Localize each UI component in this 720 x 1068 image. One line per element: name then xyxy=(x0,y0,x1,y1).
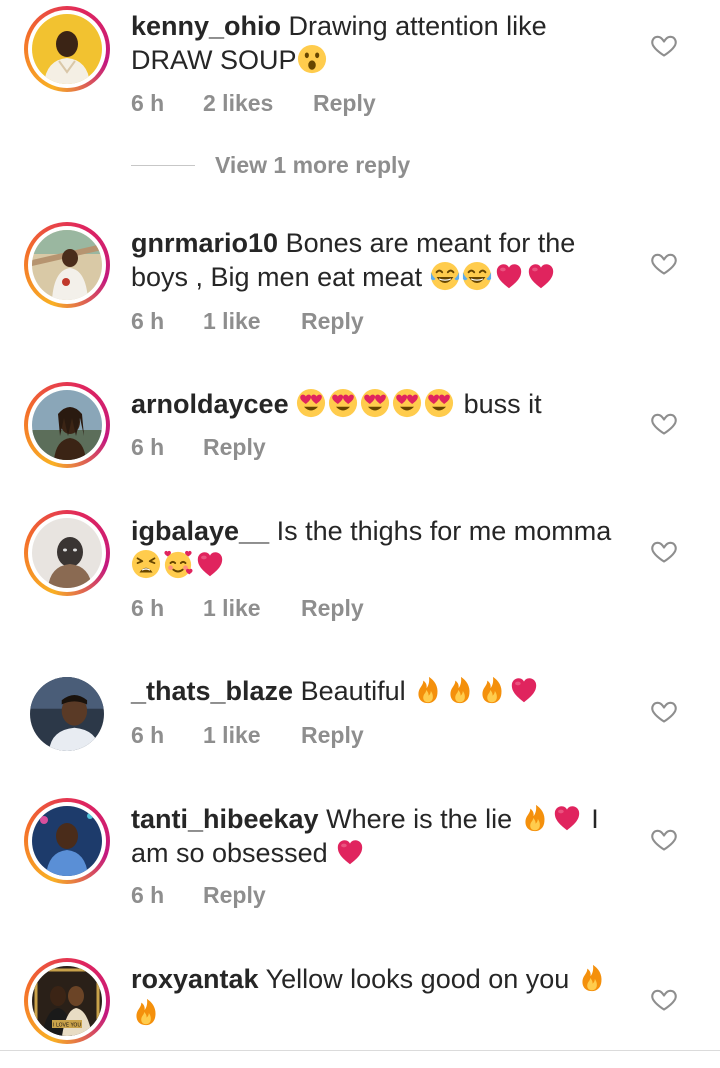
reply-button[interactable]: Reply xyxy=(301,308,364,335)
like-heart-icon[interactable] xyxy=(650,31,678,59)
divider-line xyxy=(0,1050,720,1051)
comment-body: Where is the lie xyxy=(326,804,513,834)
heart-eyes-emoji xyxy=(296,388,326,418)
fire-emoji xyxy=(477,675,507,705)
red-heart-emoji xyxy=(335,837,365,867)
comment-time: 6 h xyxy=(131,882,165,908)
fire-emoji xyxy=(131,997,161,1027)
avatar[interactable] xyxy=(24,382,110,468)
comment-meta: 6 h Reply xyxy=(131,882,266,909)
like-heart-icon[interactable] xyxy=(650,825,678,853)
red-heart-emoji xyxy=(526,261,556,291)
comment-text: gnrmario10 Bones are meant for the boys … xyxy=(131,226,631,294)
smiling-hearts-emoji xyxy=(163,549,193,579)
comment-meta: 6 h 1 like Reply xyxy=(131,595,364,622)
comment-username[interactable]: roxyantak xyxy=(131,964,259,994)
red-heart-emoji xyxy=(509,675,539,705)
reply-button[interactable]: Reply xyxy=(203,882,266,909)
comment-username[interactable]: igbalaye__ xyxy=(131,516,269,546)
comment-text: arnoldaycee buss it xyxy=(131,387,631,421)
astonished-emoji xyxy=(297,44,327,74)
avatar[interactable] xyxy=(24,6,110,92)
comment-time: 6 h xyxy=(131,595,165,621)
comment-username[interactable]: _thats_blaze xyxy=(131,676,293,706)
like-heart-icon[interactable] xyxy=(650,985,678,1013)
comment-body: Yellow looks good on you xyxy=(265,964,570,994)
comment-time: 6 h xyxy=(131,90,165,116)
avatar[interactable] xyxy=(24,510,110,596)
fire-emoji xyxy=(445,675,475,705)
comment-time: 6 h xyxy=(131,308,165,334)
comment-body: Beautiful xyxy=(300,676,406,706)
comment-meta: 6 h 1 like Reply xyxy=(131,308,364,335)
avatar[interactable] xyxy=(24,222,110,308)
comment-username[interactable]: kenny_ohio xyxy=(131,11,281,41)
comment-time: 6 h xyxy=(131,722,165,748)
reply-button[interactable]: Reply xyxy=(301,722,364,749)
joy-emoji xyxy=(462,261,492,291)
comment-body: Is the thighs for me momma xyxy=(276,516,612,546)
red-heart-emoji xyxy=(494,261,524,291)
reply-button[interactable]: Reply xyxy=(313,90,376,117)
avatar[interactable]: I LOVE YOU xyxy=(24,958,110,1044)
comment-text: kenny_ohio Drawing attention like DRAW S… xyxy=(131,9,631,77)
avatar[interactable] xyxy=(24,671,110,757)
heart-eyes-emoji xyxy=(360,388,390,418)
comment-likes[interactable]: 2 likes xyxy=(203,90,313,117)
tired-face-emoji xyxy=(131,549,161,579)
comment-username[interactable]: arnoldaycee xyxy=(131,389,289,419)
heart-eyes-emoji xyxy=(328,388,358,418)
fire-emoji xyxy=(520,803,550,833)
view-more-label[interactable]: View 1 more reply xyxy=(215,152,410,179)
comment-time: 6 h xyxy=(131,434,165,460)
joy-emoji xyxy=(430,261,460,291)
comment-text: igbalaye__ Is the thighs for me momma xyxy=(131,514,631,582)
comment-text: tanti_hibeekay Where is the lie I am so … xyxy=(131,802,631,870)
view-more-replies[interactable]: View 1 more reply xyxy=(131,152,410,179)
heart-eyes-emoji xyxy=(424,388,454,418)
like-heart-icon[interactable] xyxy=(650,249,678,277)
like-heart-icon[interactable] xyxy=(650,537,678,565)
like-heart-icon[interactable] xyxy=(650,409,678,437)
comment-likes[interactable]: 1 like xyxy=(203,308,301,335)
comment-username[interactable]: tanti_hibeekay xyxy=(131,804,319,834)
comment-text: _thats_blaze Beautiful xyxy=(131,674,631,708)
comment-username[interactable]: gnrmario10 xyxy=(131,228,278,258)
like-heart-icon[interactable] xyxy=(650,697,678,725)
comment-meta: 6 h Reply xyxy=(131,434,266,461)
avatar[interactable] xyxy=(24,798,110,884)
reply-button[interactable]: Reply xyxy=(203,434,266,461)
comment-likes[interactable]: 1 like xyxy=(203,595,301,622)
red-heart-emoji xyxy=(195,549,225,579)
avatar-label: I LOVE YOU xyxy=(53,1023,81,1029)
comment-meta: 6 h 2 likes Reply xyxy=(131,90,376,117)
red-heart-emoji xyxy=(552,803,582,833)
comment-text: roxyantak Yellow looks good on you xyxy=(131,962,631,1030)
divider-line xyxy=(131,165,195,166)
fire-emoji xyxy=(413,675,443,705)
fire-emoji xyxy=(577,963,607,993)
reply-button[interactable]: Reply xyxy=(301,595,364,622)
comment-body: buss it xyxy=(463,389,542,419)
heart-eyes-emoji xyxy=(392,388,422,418)
comment-meta: 6 h 1 like Reply xyxy=(131,722,364,749)
comment-likes[interactable]: 1 like xyxy=(203,722,301,749)
